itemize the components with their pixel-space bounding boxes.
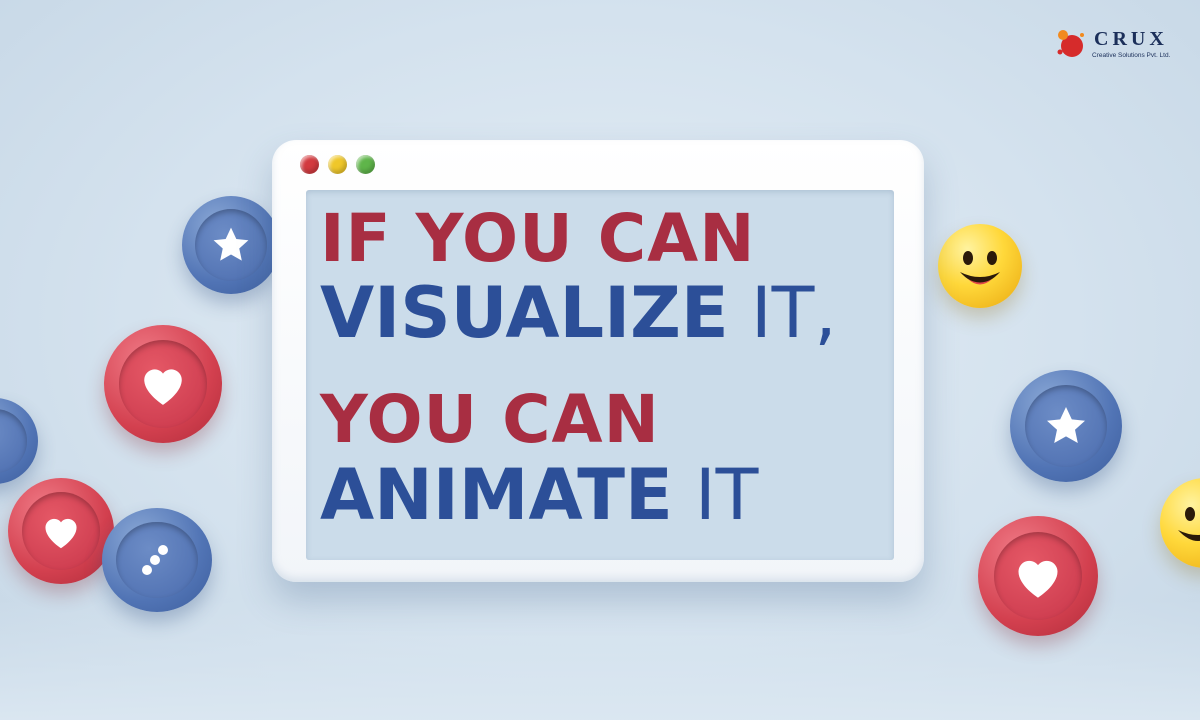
headline-line-3: YOU CAN (320, 381, 660, 458)
headline-visualize: VISUALIZE (320, 272, 729, 354)
headline-it: IT (672, 454, 759, 536)
logo-name: CRUX (1094, 28, 1168, 50)
headline-it-comma: IT, (728, 272, 837, 354)
browser-window: IF YOU CAN VISUALIZE IT, YOU CAN ANIMATE… (272, 140, 924, 582)
heart-badge-small-icon (8, 478, 114, 584)
smiley-emoji-icon (938, 224, 1022, 308)
heart-badge-icon (104, 325, 222, 443)
chat-bubble-icon (102, 508, 212, 612)
minimize-dot-icon (328, 155, 347, 174)
headline-animate: ANIMATE (320, 454, 673, 536)
maximize-dot-icon (356, 155, 375, 174)
partial-blue-badge-icon (0, 398, 38, 484)
headline-line-4: ANIMATE IT (320, 460, 758, 530)
headline-line-2: VISUALIZE IT, (320, 278, 837, 348)
heart-badge-right-icon (978, 516, 1098, 636)
window-controls (300, 155, 375, 174)
crux-logo: CRUX Creative Solutions Pvt. Ltd. (1054, 24, 1184, 64)
close-dot-icon (300, 155, 319, 174)
star-badge-icon (182, 196, 280, 294)
window-screen: IF YOU CAN VISUALIZE IT, YOU CAN ANIMATE… (306, 190, 894, 560)
star-badge-right-icon (1010, 370, 1122, 482)
headline-line-1: IF YOU CAN (320, 200, 756, 277)
smiley-emoji-partial-icon (1160, 478, 1200, 568)
logo-subtitle: Creative Solutions Pvt. Ltd. (1092, 52, 1171, 59)
logo-mark-icon (1057, 30, 1084, 57)
